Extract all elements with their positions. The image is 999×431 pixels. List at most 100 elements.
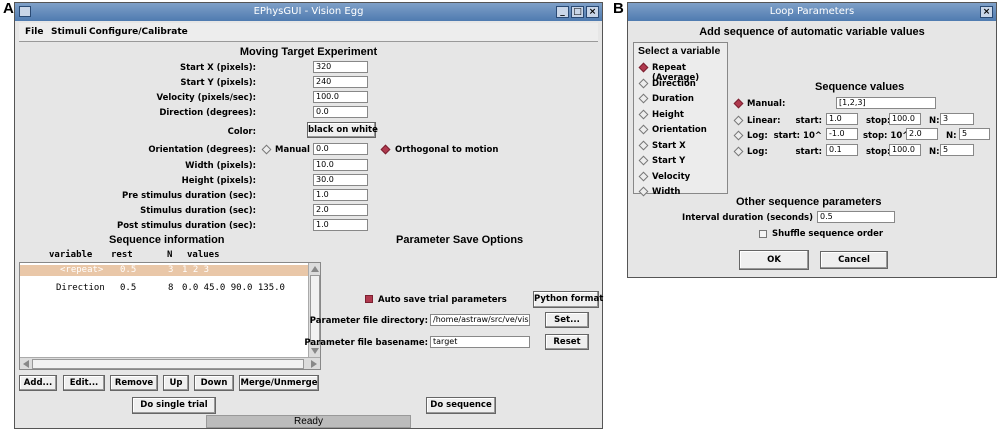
variable-radio[interactable] <box>638 78 649 88</box>
start-x-label: Start X (pixels): <box>179 63 256 73</box>
menu-configure-calibrate[interactable]: Configure/Calibrate <box>89 27 188 37</box>
linear-stop-input[interactable]: 100.0 <box>889 113 921 125</box>
app-icon <box>19 6 31 17</box>
row-n: 3 <box>168 265 174 275</box>
scroll-right-icon[interactable] <box>311 360 317 368</box>
sequence-list[interactable]: <repeat> 0.5 3 1 2 3 Direction 0.5 8 0.0… <box>19 262 321 370</box>
direction-input[interactable]: 0.0 <box>313 106 368 118</box>
linear-start-input[interactable]: 1.0 <box>826 113 858 125</box>
shuffle-checkbox[interactable] <box>759 230 767 238</box>
menu-file[interactable]: File <box>25 27 43 37</box>
velocity-input[interactable]: 100.0 <box>313 91 368 103</box>
variable-radio[interactable] <box>638 155 649 166</box>
window-title: EPhysGUI - Vision Egg <box>253 6 364 17</box>
manual-seq-label: Manual: <box>747 99 786 109</box>
manual-seq-input[interactable]: [1,2,3] <box>836 97 936 109</box>
do-single-trial-button[interactable]: Do single trial <box>132 397 216 414</box>
log-n-input[interactable]: 5 <box>940 144 974 156</box>
log-stop-label: stop: <box>866 147 891 157</box>
height-label: Height (pixels): <box>181 176 256 186</box>
python-format-button[interactable]: Python format <box>533 291 603 308</box>
log-stop-input[interactable]: 100.0 <box>889 144 921 156</box>
table-row[interactable]: Direction 0.5 8 0.0 45.0 90.0 135.0 <box>20 283 308 294</box>
do-sequence-button[interactable]: Do sequence <box>426 397 496 414</box>
variable-radio[interactable] <box>638 124 649 135</box>
basename-input[interactable]: target <box>430 336 530 348</box>
loop-close-icon[interactable]: × <box>980 6 993 18</box>
log10-start-input[interactable]: -1.0 <box>826 128 858 140</box>
pre-duration-label: Pre stimulus duration (sec): <box>122 191 256 201</box>
variable-radio[interactable] <box>638 186 649 197</box>
variable-radio[interactable] <box>638 62 649 73</box>
variable-radio[interactable] <box>638 171 649 181</box>
manual-radio[interactable] <box>261 144 272 155</box>
log10-n-input[interactable]: 5 <box>959 128 990 140</box>
row-variable: <repeat> <box>60 265 104 275</box>
width-input[interactable]: 10.0 <box>313 159 368 171</box>
maximize-icon[interactable]: □ <box>571 6 584 18</box>
log10-stop-input[interactable]: 2.0 <box>906 128 938 140</box>
cancel-button[interactable]: Cancel <box>820 251 888 269</box>
linear-n-input[interactable]: 3 <box>940 113 974 125</box>
reset-button[interactable]: Reset <box>545 334 589 350</box>
linear-stop-label: stop: <box>866 116 891 126</box>
post-duration-input[interactable]: 1.0 <box>313 219 368 231</box>
log10-radio[interactable] <box>733 130 744 141</box>
scroll-thumb[interactable] <box>310 275 320 345</box>
log-radio[interactable] <box>733 146 744 157</box>
start-y-input[interactable]: 240 <box>313 76 368 88</box>
auto-save-checkbox[interactable] <box>365 295 373 303</box>
interval-input[interactable]: 0.5 <box>817 211 895 223</box>
height-input[interactable]: 30.0 <box>313 174 368 186</box>
direction-label: Direction (degrees): <box>159 108 256 118</box>
linear-label: Linear: <box>747 116 781 126</box>
start-x-input[interactable]: 320 <box>313 61 368 73</box>
menu-stimuli[interactable]: Stimuli <box>51 27 87 37</box>
orthogonal-radio[interactable] <box>380 144 391 155</box>
down-button[interactable]: Down <box>194 375 234 391</box>
start-y-label: Start Y (pixels): <box>180 78 256 88</box>
up-button[interactable]: Up <box>163 375 189 391</box>
add-button[interactable]: Add... <box>19 375 57 391</box>
edit-button[interactable]: Edit... <box>63 375 105 391</box>
col-rest: rest <box>111 250 133 260</box>
scroll-up-icon[interactable] <box>311 266 319 272</box>
variable-radio[interactable] <box>638 140 649 150</box>
sequence-values-heading: Sequence values <box>815 81 905 93</box>
row-n: 8 <box>168 283 174 293</box>
row-rest: 0.5 <box>120 283 137 293</box>
variable-option-label: Width <box>652 187 681 197</box>
remove-button[interactable]: Remove <box>110 375 158 391</box>
pre-duration-input[interactable]: 1.0 <box>313 189 368 201</box>
linear-radio[interactable] <box>733 115 744 126</box>
minimize-icon[interactable]: _ <box>556 6 569 18</box>
table-row[interactable]: <repeat> 0.5 3 1 2 3 <box>20 265 308 276</box>
log10-start-label: start: 10^ <box>773 131 822 141</box>
set-directory-button[interactable]: Set... <box>545 312 589 328</box>
log-start-input[interactable]: 0.1 <box>826 144 858 156</box>
title-bar[interactable]: EPhysGUI - Vision Egg _ □ × <box>15 3 602 21</box>
stim-duration-input[interactable]: 2.0 <box>313 204 368 216</box>
orientation-input[interactable]: 0.0 <box>313 143 368 155</box>
sequence-heading: Sequence information <box>109 234 225 246</box>
variable-radio[interactable] <box>638 109 649 119</box>
ok-button[interactable]: OK <box>739 250 809 270</box>
hscroll-thumb[interactable] <box>32 359 304 369</box>
close-icon[interactable]: × <box>586 6 599 18</box>
save-options-heading: Parameter Save Options <box>396 234 524 246</box>
shuffle-label: Shuffle sequence order <box>772 229 884 239</box>
color-button[interactable]: black on white <box>307 122 378 138</box>
scroll-left-icon[interactable] <box>23 360 29 368</box>
variable-radio[interactable] <box>638 93 649 104</box>
scroll-down-icon[interactable] <box>311 348 319 354</box>
directory-input[interactable]: /home/astraw/src/ve/visic <box>430 314 530 326</box>
stim-duration-label: Stimulus duration (sec): <box>140 206 256 216</box>
variable-select-box: Select a variable Repeat (Average) Direct… <box>633 42 728 197</box>
horizontal-scrollbar[interactable] <box>20 357 320 369</box>
manual-seq-radio[interactable] <box>733 98 744 109</box>
log10-stop-label: stop: 10^ <box>863 131 910 141</box>
merge-unmerge-button[interactable]: Merge/Unmerge <box>239 375 319 391</box>
loop-title-bar[interactable]: Loop Parameters × <box>628 3 996 21</box>
status-bar: Ready <box>206 415 411 428</box>
variable-option-label: Start Y <box>652 156 686 166</box>
